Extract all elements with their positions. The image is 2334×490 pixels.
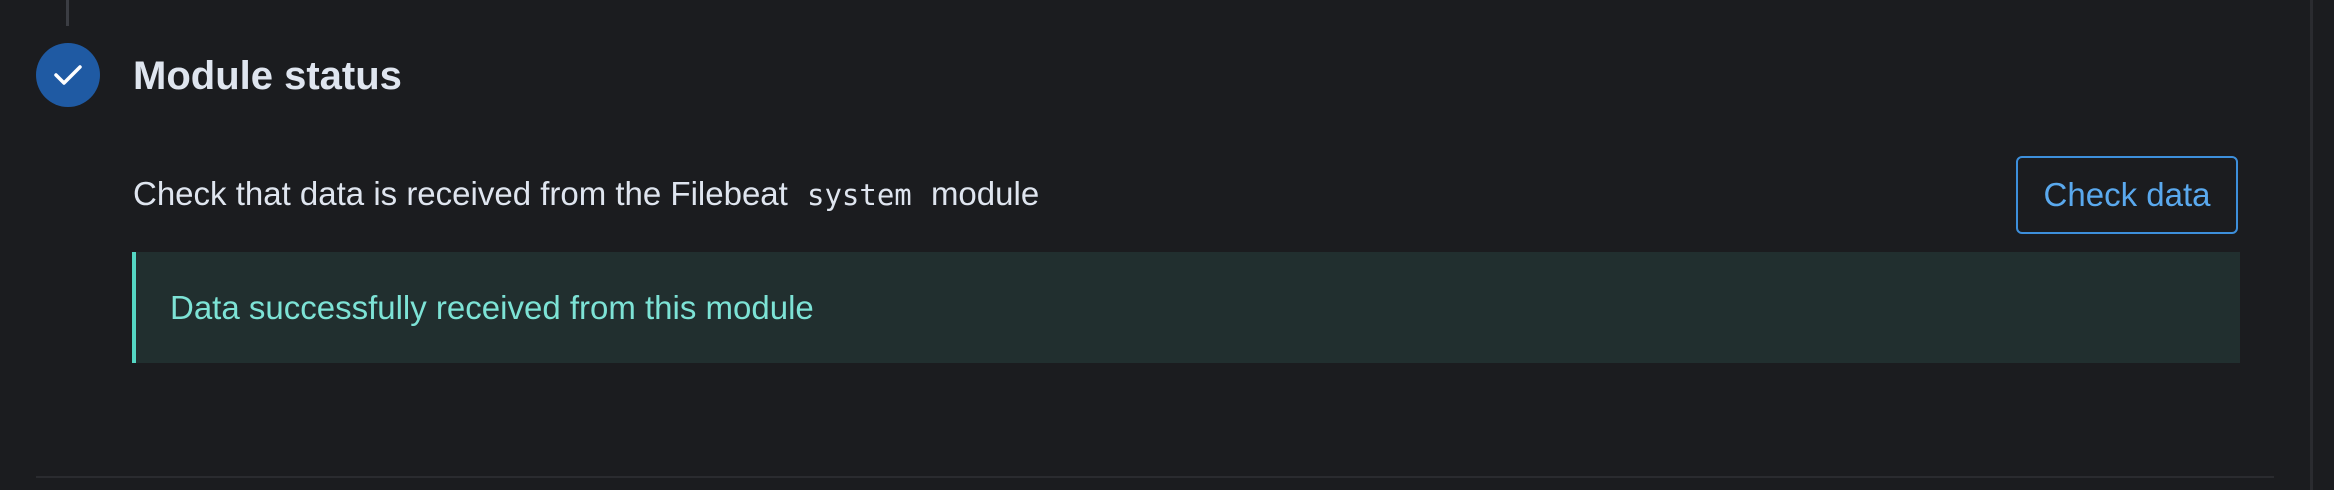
check-icon	[53, 63, 83, 87]
description-text-before: Check that data is received from the Fil…	[133, 175, 788, 212]
step-title: Module status	[133, 54, 402, 98]
module-status-page: Module status Check that data is receive…	[0, 0, 2334, 490]
check-data-button[interactable]: Check data	[2016, 156, 2238, 234]
check-description: Check that data is received from the Fil…	[133, 172, 1039, 217]
module-code: system	[807, 178, 912, 212]
step-complete-indicator	[36, 43, 100, 107]
bottom-divider	[36, 476, 2274, 478]
panel-edge	[2310, 0, 2313, 490]
step-connector-line	[66, 0, 69, 26]
success-message: Data successfully received from this mod…	[170, 288, 814, 326]
success-callout: Data successfully received from this mod…	[132, 252, 2240, 363]
description-text-after: module	[930, 175, 1040, 212]
